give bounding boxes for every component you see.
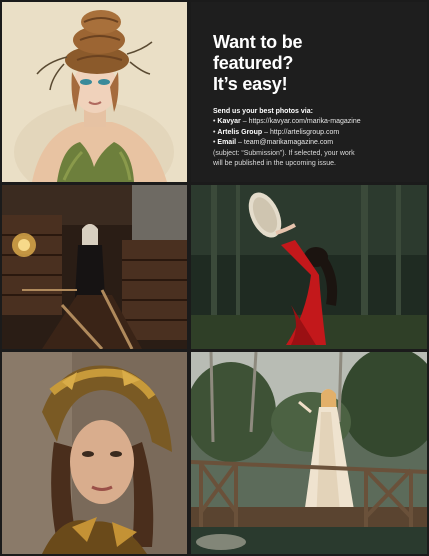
featured-headline: Want to be featured? It’s easy! — [213, 32, 417, 95]
channel-label: Kavyar — [217, 118, 241, 125]
photo-red-dress-forest — [191, 185, 427, 349]
bullet: • — [213, 118, 216, 125]
channel-label: Artelis Group — [217, 128, 263, 136]
artelis-link[interactable]: http://artelisgroup.com — [270, 129, 339, 136]
channel-label: Email — [217, 139, 237, 146]
featured-info-panel: Want to be featured? It’s easy! Send us … — [191, 2, 427, 182]
photo-bridge-garden — [191, 352, 427, 554]
channel-email: • Email – team@marikamagazine.com — [213, 138, 417, 149]
photo-headpiece-portrait — [2, 2, 187, 182]
submission-intro: Send us your best photos via: — [213, 108, 313, 115]
bullet: • — [213, 128, 216, 136]
submission-note-2: will be published in the upcoming issue. — [213, 160, 336, 167]
photo-library-staircase — [2, 185, 187, 349]
submission-note-1: (subject: “Submission”). If selected, yo… — [213, 149, 355, 157]
channel-kavyar: • Kavyar – https://kavyar.com/marika-mag… — [213, 117, 417, 128]
separator: – — [240, 118, 249, 125]
photo-golden-leaves-portrait — [2, 352, 187, 554]
channel-artelis: • Artelis Group – http://artelisgroup.co… — [213, 128, 417, 139]
headline-line-3: It’s easy! — [213, 74, 288, 94]
headline-line-1: Want to be — [213, 32, 303, 52]
bullet: • — [213, 139, 216, 146]
separator: – — [236, 139, 244, 146]
kavyar-link[interactable]: https://kavyar.com/marika-magazine — [249, 118, 361, 125]
email-link[interactable]: team@marikamagazine.com — [244, 139, 333, 146]
headline-line-2: featured? — [213, 53, 294, 73]
separator: – — [262, 128, 270, 136]
